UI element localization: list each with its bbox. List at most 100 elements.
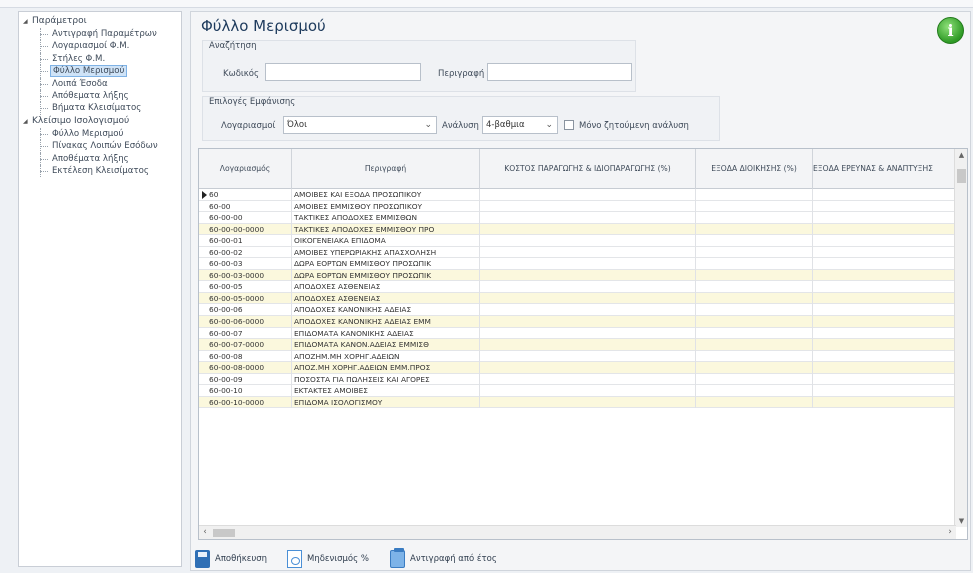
- vertical-scrollbar[interactable]: ▲ ▼: [954, 149, 967, 527]
- table-row[interactable]: 60-00-09 ΠΟΣΟΣΤΑ ΓΙΑ ΠΩΛΗΣΕΙΣ ΚΑΙ ΑΓΟΡΕΣ: [199, 373, 956, 386]
- cell-admin-expenses[interactable]: [696, 350, 813, 363]
- table-row[interactable]: 60-00-10 ΕΚΤΑΚΤΕΣ ΑΜΟΙΒΕΣ: [199, 385, 956, 397]
- scroll-up-icon[interactable]: ▲: [955, 149, 967, 161]
- table-row[interactable]: 60-00-00 ΤΑΚΤΙΚΕΣ ΑΠΟΔΟΧΕΣ ΕΜΜΙΣΘΩΝ: [199, 212, 956, 224]
- expand-triangle-icon[interactable]: ◢: [23, 15, 28, 28]
- table-row[interactable]: 60-00-03 ΔΩΡΑ ΕΟΡΤΩΝ ΕΜΜΙΣΘΟΥ ΠΡΟΣΩΠΙΚ: [199, 258, 956, 270]
- cell-research-expenses[interactable]: [813, 362, 956, 374]
- cell-admin-expenses[interactable]: [696, 396, 813, 409]
- cell-production-cost[interactable]: [480, 396, 696, 409]
- tree-item[interactable]: Φύλλο Μερισμού: [19, 65, 181, 78]
- tree-item[interactable]: Λογαριασμοί Φ.Μ.: [19, 40, 181, 54]
- table-row[interactable]: 60-00-06 ΑΠΟΔΟΧΕΣ ΚΑΝΟΝΙΚΗΣ ΑΔΕΙΑΣ: [199, 304, 956, 317]
- table-row[interactable]: 60-00-08-0000 ΑΠΟΖ.ΜΗ ΧΟΡΗΓ.ΑΔΕΙΩΝ ΕΜΜ.ΠΡ…: [199, 362, 956, 374]
- cell-admin-expenses[interactable]: [696, 223, 813, 236]
- cell-research-expenses[interactable]: [813, 281, 956, 293]
- cell-production-cost[interactable]: [480, 339, 696, 351]
- cell-production-cost[interactable]: [480, 316, 696, 328]
- table-row[interactable]: 60-00-07-0000 ΕΠΙΔΟΜΑΤΑ ΚΑΝΟΝ.ΑΔΕΙΑΣ ΕΜΜΙ…: [199, 339, 956, 351]
- horizontal-scrollbar[interactable]: ‹ ›: [199, 525, 956, 539]
- table-row[interactable]: 60-00-02 ΑΜΟΙΒΕΣ ΥΠΕΡΩΡΙΑΚΗΣ ΑΠΑΣΧΟΛΗΣΗ: [199, 246, 956, 259]
- cell-production-cost[interactable]: [480, 327, 696, 340]
- tree-item[interactable]: Πίνακας Λοιπών Εσόδων: [19, 140, 181, 153]
- cell-production-cost[interactable]: [480, 304, 696, 317]
- info-icon[interactable]: i: [937, 17, 964, 44]
- table-row[interactable]: 60-00-10-0000 ΕΠΙΔΟΜΑ ΙΣΟΛΟΓΙΣΜΟΥ: [199, 396, 956, 409]
- cell-production-cost[interactable]: [480, 189, 696, 201]
- cell-research-expenses[interactable]: [813, 258, 956, 270]
- cell-admin-expenses[interactable]: [696, 258, 813, 270]
- cell-production-cost[interactable]: [480, 350, 696, 363]
- table-row[interactable]: 60 ΑΜΟΙΒΕΣ ΚΑΙ ΕΞΟΔΑ ΠΡΟΣΩΠΙΚΟΥ: [199, 189, 956, 201]
- accounts-select[interactable]: Όλοι ⌄: [283, 116, 437, 134]
- cell-admin-expenses[interactable]: [696, 281, 813, 293]
- cell-admin-expenses[interactable]: [696, 246, 813, 259]
- column-header[interactable]: Λογαριασμός: [199, 149, 292, 189]
- cell-research-expenses[interactable]: [813, 269, 956, 282]
- cell-research-expenses[interactable]: [813, 350, 956, 363]
- cell-admin-expenses[interactable]: [696, 269, 813, 282]
- column-header[interactable]: Περιγραφή: [292, 149, 480, 189]
- tree-item[interactable]: Αντιγραφή Παραμέτρων: [19, 28, 181, 41]
- cell-research-expenses[interactable]: [813, 339, 956, 351]
- table-row[interactable]: 60-00-07 ΕΠΙΔΟΜΑΤΑ ΚΑΝΟΝΙΚΗΣ ΑΔΕΙΑΣ: [199, 327, 956, 340]
- cell-admin-expenses[interactable]: [696, 304, 813, 317]
- horizontal-scroll-thumb[interactable]: [213, 529, 235, 537]
- cell-production-cost[interactable]: [480, 373, 696, 386]
- cell-admin-expenses[interactable]: [696, 200, 813, 213]
- copy-from-year-button[interactable]: Αντιγραφή από έτος: [390, 548, 497, 569]
- cell-production-cost[interactable]: [480, 223, 696, 236]
- cell-production-cost[interactable]: [480, 269, 696, 282]
- cell-production-cost[interactable]: [480, 258, 696, 270]
- cell-production-cost[interactable]: [480, 246, 696, 259]
- tree-item[interactable]: Φύλλο Μερισμού: [19, 127, 181, 141]
- cell-research-expenses[interactable]: [813, 385, 956, 397]
- cell-admin-expenses[interactable]: [696, 362, 813, 374]
- table-row[interactable]: 60-00-01 ΟΙΚΟΓΕΝΕΙΑΚΑ ΕΠΙΔΟΜΑ: [199, 235, 956, 247]
- cell-production-cost[interactable]: [480, 385, 696, 397]
- cell-research-expenses[interactable]: [813, 396, 956, 409]
- tree-item[interactable]: Στήλες Φ.Μ.: [19, 52, 181, 66]
- column-header[interactable]: ΕΞΟΔΑ ΕΡΕΥΝΑΣ & ΑΝΑΠΤΥΞΗΣ: [813, 149, 956, 189]
- expand-triangle-icon[interactable]: ◢: [23, 115, 28, 128]
- cell-admin-expenses[interactable]: [696, 292, 813, 305]
- cell-research-expenses[interactable]: [813, 316, 956, 328]
- table-row[interactable]: 60-00-05 ΑΠΟΔΟΧΕΣ ΑΣΘΕΝΕΙΑΣ: [199, 281, 956, 293]
- cell-admin-expenses[interactable]: [696, 212, 813, 224]
- cell-research-expenses[interactable]: [813, 292, 956, 305]
- table-row[interactable]: 60-00-05-0000 ΑΠΟΔΟΧΕΣ ΑΣΘΕΝΕΙΑΣ: [199, 292, 956, 305]
- tree-item[interactable]: Εκτέλεση Κλεισίματος: [19, 164, 181, 178]
- cell-research-expenses[interactable]: [813, 373, 956, 386]
- table-row[interactable]: 60-00 ΑΜΟΙΒΕΣ ΕΜΜΙΣΘΟΥ ΠΡΟΣΩΠΙΚΟΥ: [199, 200, 956, 213]
- zero-percent-button[interactable]: Μηδενισμός %: [287, 549, 369, 569]
- cell-production-cost[interactable]: [480, 292, 696, 305]
- tree-item[interactable]: Βήματα Κλεισίματος: [19, 102, 181, 116]
- table-row[interactable]: 60-00-00-0000 ΤΑΚΤΙΚΕΣ ΑΠΟΔΟΧΕΣ ΕΜΜΙΣΘΟΥ …: [199, 223, 956, 236]
- tree-group[interactable]: ◢ Κλείσιμο Ισολογισμού: [19, 115, 181, 128]
- table-row[interactable]: 60-00-06-0000 ΑΠΟΔΟΧΕΣ ΚΑΝΟΝΙΚΗΣ ΑΔΕΙΑΣ Ε…: [199, 316, 956, 328]
- cell-admin-expenses[interactable]: [696, 189, 813, 201]
- cell-admin-expenses[interactable]: [696, 385, 813, 397]
- cell-research-expenses[interactable]: [813, 246, 956, 259]
- code-input[interactable]: [265, 63, 421, 81]
- cell-production-cost[interactable]: [480, 212, 696, 224]
- cell-research-expenses[interactable]: [813, 200, 956, 213]
- vertical-scroll-thumb[interactable]: [957, 169, 966, 183]
- cell-research-expenses[interactable]: [813, 223, 956, 236]
- cell-production-cost[interactable]: [480, 235, 696, 247]
- scroll-left-icon[interactable]: ‹: [199, 526, 211, 539]
- scroll-right-icon[interactable]: ›: [944, 526, 956, 539]
- cell-research-expenses[interactable]: [813, 212, 956, 224]
- cell-production-cost[interactable]: [480, 362, 696, 374]
- scroll-down-icon[interactable]: ▼: [955, 515, 967, 527]
- cell-admin-expenses[interactable]: [696, 339, 813, 351]
- save-button[interactable]: Αποθήκευση: [195, 549, 267, 569]
- cell-research-expenses[interactable]: [813, 304, 956, 317]
- cell-admin-expenses[interactable]: [696, 316, 813, 328]
- description-input[interactable]: [487, 63, 632, 81]
- column-header[interactable]: ΕΞΟΔΑ ΔΙΟΙΚΗΣΗΣ (%): [696, 149, 813, 189]
- table-row[interactable]: 60-00-03-0000 ΔΩΡΑ ΕΟΡΤΩΝ ΕΜΜΙΣΘΟΥ ΠΡΟΣΩΠ…: [199, 269, 956, 282]
- cell-production-cost[interactable]: [480, 281, 696, 293]
- tree-item[interactable]: Απόθεματα λήξης: [19, 89, 181, 103]
- cell-admin-expenses[interactable]: [696, 235, 813, 247]
